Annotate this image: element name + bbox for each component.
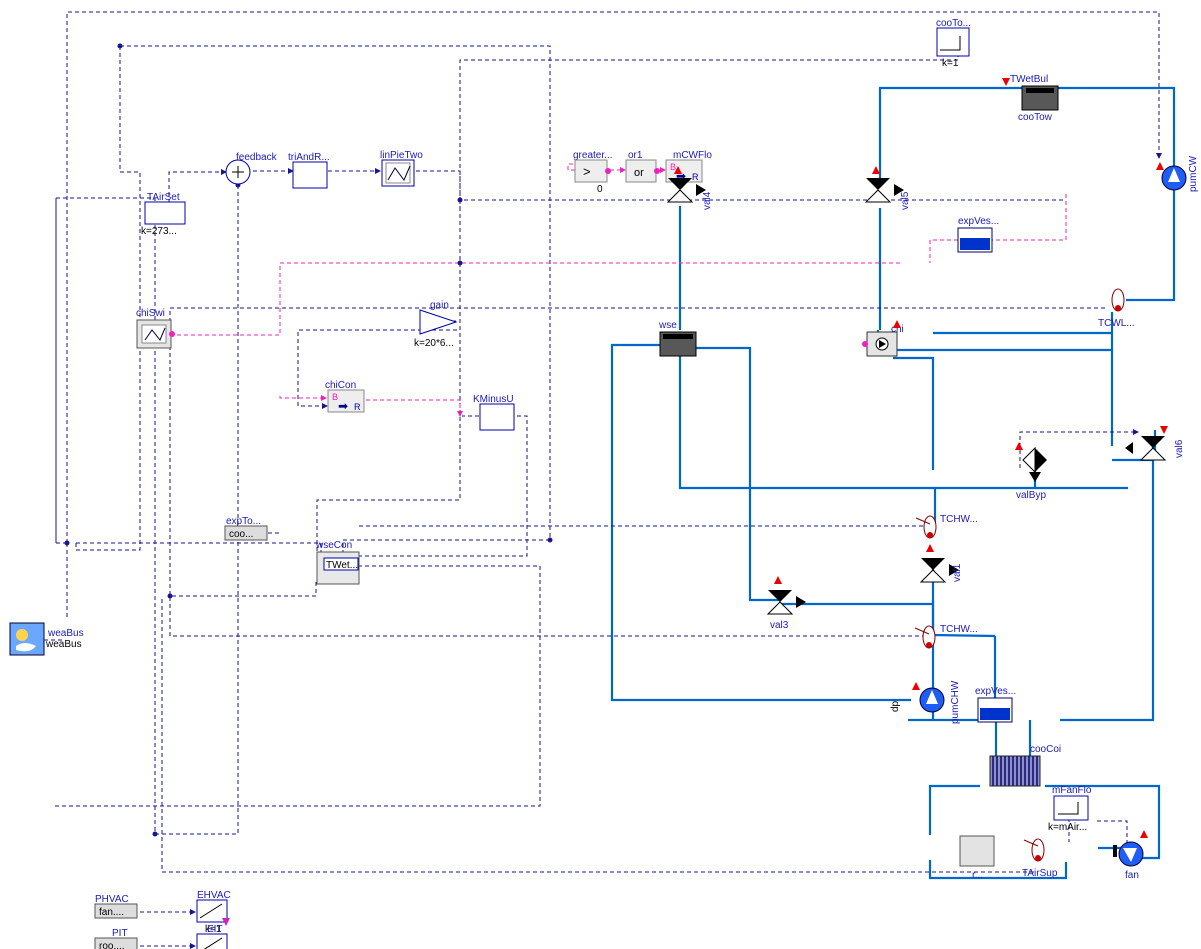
svg-text:or: or [634, 167, 644, 179]
svg-text:0: 0 [597, 184, 603, 195]
svg-text:r...: r... [972, 870, 983, 881]
svg-text:➡: ➡ [338, 399, 348, 413]
svg-text:mCWFlo: mCWFlo [673, 150, 712, 161]
svg-text:TCHW...: TCHW... [940, 624, 978, 635]
svg-text:k=273...: k=273... [141, 226, 177, 237]
svg-text:TAirSup: TAirSup [1022, 868, 1058, 879]
hydronic-lines [612, 88, 1174, 878]
svg-text:val1: val1 [952, 563, 963, 582]
room-block[interactable]: r... [960, 836, 994, 881]
svg-text:R: R [692, 172, 699, 182]
val5-block[interactable]: val5 [866, 166, 911, 210]
mFanFlo-block[interactable]: mFanFlo k=mAir... [1048, 785, 1092, 833]
svg-text:chiSwi: chiSwi [136, 308, 165, 319]
TAirSet-block[interactable]: TAirSet k=273... [141, 192, 185, 237]
svg-text:R: R [354, 402, 361, 412]
cooTo-block[interactable]: cooTo... k=1 [936, 18, 971, 69]
chiCon-block[interactable]: chiCon B R ➡ [325, 380, 364, 413]
svg-text:k=20*6...: k=20*6... [414, 338, 454, 349]
svg-text:expVes...: expVes... [958, 216, 999, 227]
wse-block[interactable]: wse [658, 320, 696, 356]
svg-text:cooCoi: cooCoi [1030, 744, 1061, 755]
svg-text:mFanFlo: mFanFlo [1052, 785, 1092, 796]
wseCon-block[interactable]: wseCon TWet... [315, 540, 359, 584]
svg-text:TCWL...: TCWL... [1098, 318, 1135, 329]
svg-text:roo....: roo.... [99, 941, 125, 949]
triAndR-block[interactable]: triAndR... [288, 152, 330, 188]
svg-text:wseCon: wseCon [315, 540, 352, 551]
cooTo-label: cooTo... [936, 18, 971, 29]
svg-text:pumCHW: pumCHW [950, 680, 961, 724]
svg-text:linPieTwo: linPieTwo [380, 150, 423, 161]
svg-text:triAndR...: triAndR... [288, 152, 330, 163]
svg-text:val4: val4 [702, 191, 713, 210]
svg-text:fan: fan [1125, 870, 1139, 881]
EIT-block[interactable]: EIT [197, 924, 230, 949]
pumCHW-block[interactable]: pumCHW dp [890, 680, 961, 724]
TCWL-block[interactable]: TCWL... [1098, 289, 1135, 329]
svg-text:PHVAC: PHVAC [95, 894, 129, 905]
val1-block[interactable]: val1 [921, 544, 963, 582]
svg-text:TWet...: TWet... [326, 560, 358, 571]
gain-block[interactable]: gain k=20*6... [414, 300, 456, 349]
boolean-lines [170, 164, 1066, 416]
greater-block[interactable]: greater... > 0 [573, 150, 612, 195]
svg-text:fan....: fan.... [99, 907, 124, 918]
PHVAC-block[interactable]: PHVAC fan.... [95, 894, 137, 918]
pumCW-block[interactable]: pumCW [1156, 155, 1199, 192]
cooTo-k: k=1 [942, 58, 959, 69]
TCHW-upper-block[interactable]: TCHW... [916, 514, 978, 538]
PIT-block[interactable]: PIT roo.... [95, 928, 137, 949]
svg-text:EHVAC: EHVAC [197, 890, 231, 901]
chiSwi-block[interactable]: chiSwi [136, 308, 175, 348]
svg-text:val5: val5 [900, 191, 911, 210]
svg-text:wse: wse [658, 320, 677, 331]
svg-text:PIT: PIT [112, 928, 128, 939]
svg-text:TAirSet: TAirSet [147, 192, 180, 203]
svg-text:weaBus: weaBus [45, 639, 82, 650]
svg-text:gain: gain [430, 300, 449, 311]
svg-text:expTo...: expTo... [226, 516, 261, 527]
weaBus-block[interactable]: weaBus weaBus [10, 623, 84, 655]
svg-text:dp: dp [890, 700, 901, 712]
svg-text:val6: val6 [1174, 439, 1185, 458]
svg-text:expVes...: expVes... [975, 686, 1016, 697]
svg-text:chiCon: chiCon [325, 380, 356, 391]
expVes-top-block[interactable]: expVes... [958, 216, 999, 252]
cooTow-label: cooTow [1018, 112, 1053, 123]
svg-text:coo...: coo... [229, 529, 253, 540]
fan-block[interactable]: fan [1113, 830, 1148, 881]
svg-text:>: > [583, 164, 591, 179]
cooCoi-block[interactable]: cooCoi [990, 744, 1061, 786]
or1-block[interactable]: or1 or [626, 150, 660, 182]
cooTow-block[interactable]: TWetBul cooTow [1002, 74, 1058, 123]
svg-text:greater...: greater... [573, 150, 612, 161]
svg-text:valByp: valByp [1016, 490, 1046, 501]
linPieTwo-block[interactable]: linPieTwo [380, 150, 423, 186]
svg-text:pumCW: pumCW [1188, 155, 1199, 192]
KMinusU-block[interactable]: KMinusU [473, 394, 514, 430]
svg-text:or1: or1 [628, 150, 643, 161]
svg-text:weaBus: weaBus [47, 628, 84, 639]
svg-text:TCHW...: TCHW... [940, 514, 978, 525]
svg-text:KMinusU: KMinusU [473, 394, 514, 405]
svg-text:EIT: EIT [207, 924, 223, 935]
TWetBul-label: TWetBul [1010, 74, 1048, 85]
TAirSup-block[interactable]: TAirSup [1022, 839, 1058, 879]
expVes-bot-block[interactable]: expVes... [975, 686, 1016, 722]
feedback-block[interactable]: feedback [226, 152, 278, 184]
svg-text:val3: val3 [770, 620, 789, 631]
svg-text:k=mAir...: k=mAir... [1048, 822, 1087, 833]
expTo-block[interactable]: expTo... coo... [225, 516, 267, 540]
